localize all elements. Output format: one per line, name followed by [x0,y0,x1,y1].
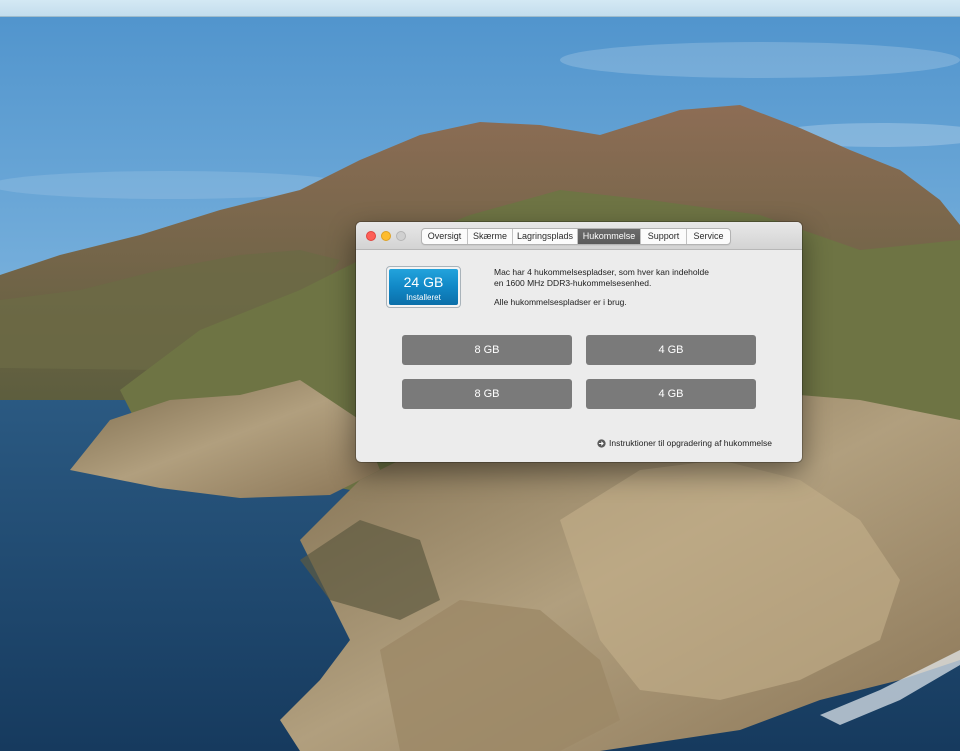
memory-upgrade-link[interactable]: Instruktioner til opgradering af hukomme… [597,437,772,449]
memory-total-badge: 24 GB Installeret [386,266,461,308]
memory-slot-2: 4 GB [586,335,756,365]
menu-bar [0,0,960,17]
memory-slot-3: 8 GB [402,379,572,409]
tab-support[interactable]: Support [641,229,687,244]
tab-lagringsplads[interactable]: Lagringsplads [513,229,578,244]
tab-hukommelse[interactable]: Hukommelse [578,229,641,244]
tab-skaerme[interactable]: Skærme [468,229,513,244]
memory-installed-label: Installeret [406,293,441,302]
memory-slot-4: 4 GB [586,379,756,409]
tab-bar: Oversigt Skærme Lagringsplads Hukommelse… [421,228,731,245]
zoom-button[interactable] [396,231,406,241]
memory-description-line-1: Mac har 4 hukommelsespladser, som hver k… [494,267,709,277]
title-bar[interactable]: Oversigt Skærme Lagringsplads Hukommelse… [356,222,802,250]
memory-description-line-2: en 1600 MHz DDR3-hukommelsesenhed. [494,278,652,288]
close-button[interactable] [366,231,376,241]
memory-slots-status: Alle hukommelsespladser er i brug. [494,297,627,307]
tab-oversigt[interactable]: Oversigt [422,229,468,244]
memory-total: 24 GB [403,274,444,290]
tab-service[interactable]: Service [687,229,730,244]
minimize-button[interactable] [381,231,391,241]
arrow-circle-right-icon [597,438,606,448]
memory-badge-fill: 24 GB Installeret [389,269,458,305]
memory-slot-1: 8 GB [402,335,572,365]
memory-upgrade-link-label: Instruktioner til opgradering af hukomme… [609,438,772,448]
about-this-mac-window: Oversigt Skærme Lagringsplads Hukommelse… [356,222,802,462]
